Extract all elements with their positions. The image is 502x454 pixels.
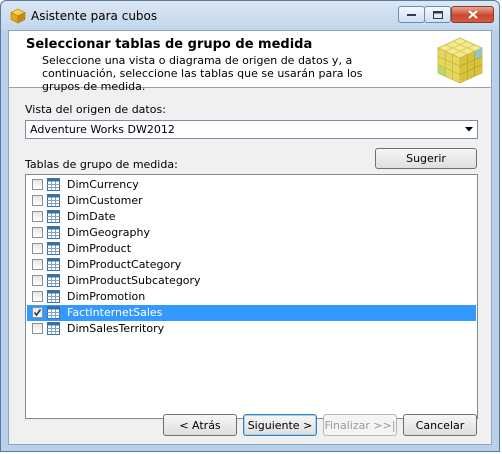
table-name: DimProductSubcategory: [67, 274, 201, 287]
close-icon: [467, 10, 478, 19]
suggest-button[interactable]: Sugerir: [375, 148, 477, 169]
table-icon: [47, 322, 60, 335]
table-icon: [47, 306, 60, 319]
cancel-button[interactable]: Cancelar: [403, 414, 477, 436]
table-icon: [47, 242, 60, 255]
table-checkbox[interactable]: [32, 275, 43, 286]
table-name: DimCurrency: [67, 178, 139, 191]
table-name: DimGeography: [67, 226, 150, 239]
table-icon: [47, 210, 60, 223]
table-checkbox[interactable]: [32, 195, 43, 206]
datasource-select[interactable]: Adventure Works DW2012: [25, 120, 478, 139]
cube-graphic-icon: [437, 37, 483, 84]
datasource-selected-value: Adventure Works DW2012: [30, 123, 175, 136]
title-bar[interactable]: Asistente para cubos: [1, 1, 499, 30]
table-row[interactable]: DimSalesTerritory: [27, 321, 476, 337]
close-button[interactable]: [451, 6, 494, 23]
table-checkbox[interactable]: [32, 179, 43, 190]
table-checkbox[interactable]: [32, 211, 43, 222]
table-row[interactable]: DimProductCategory: [27, 257, 476, 273]
table-icon: [47, 290, 60, 303]
table-row[interactable]: DimCurrency: [27, 177, 476, 193]
table-row[interactable]: DimCustomer: [27, 193, 476, 209]
minimize-icon: [407, 13, 416, 16]
next-button[interactable]: Siguiente >: [243, 414, 317, 436]
table-name: FactInternetSales: [67, 306, 163, 319]
page-description: Seleccione una vista o diagrama de orige…: [42, 54, 363, 93]
chevron-down-icon: [465, 127, 473, 132]
table-name: DimPromotion: [67, 290, 146, 303]
table-name: DimSalesTerritory: [67, 322, 165, 335]
table-name: DimProduct: [67, 242, 132, 255]
table-checkbox[interactable]: [32, 307, 43, 318]
table-checkbox[interactable]: [32, 259, 43, 270]
maximize-icon: [432, 10, 443, 19]
cube-app-icon: [10, 8, 26, 24]
table-icon: [47, 226, 60, 239]
minimize-button[interactable]: [398, 6, 425, 23]
wizard-header: Seleccionar tablas de grupo de medida Se…: [9, 31, 491, 93]
table-icon: [47, 274, 60, 287]
wizard-window: Asistente para cubos Seleccionar tablas …: [0, 0, 500, 452]
table-row[interactable]: DimPromotion: [27, 289, 476, 305]
table-icon: [47, 194, 60, 207]
measure-tables-list[interactable]: DimCurrency DimCustomer DimDate DimGeograph…: [25, 174, 478, 419]
table-name: DimProductCategory: [67, 258, 182, 271]
table-name: DimCustomer: [67, 194, 143, 207]
window-title: Asistente para cubos: [31, 9, 158, 23]
table-row[interactable]: DimGeography: [27, 225, 476, 241]
table-row[interactable]: DimProduct: [27, 241, 476, 257]
wizard-content: Seleccionar tablas de grupo de medida Se…: [8, 30, 492, 445]
page-title: Seleccionar tablas de grupo de medida: [26, 37, 313, 52]
table-checkbox[interactable]: [32, 243, 43, 254]
table-name: DimDate: [67, 210, 116, 223]
table-row[interactable]: DimProductSubcategory: [27, 273, 476, 289]
dropdown-button[interactable]: [461, 121, 477, 138]
datasource-label: Vista del origen de datos:: [25, 103, 166, 116]
table-icon: [47, 178, 60, 191]
measure-tables-label: Tablas de grupo de medida:: [25, 158, 178, 171]
finish-button[interactable]: Finalizar >>|: [323, 414, 397, 436]
table-row[interactable]: FactInternetSales: [27, 305, 476, 321]
back-button[interactable]: < Atrás: [163, 414, 237, 436]
table-checkbox[interactable]: [32, 291, 43, 302]
table-checkbox[interactable]: [32, 227, 43, 238]
table-icon: [47, 258, 60, 271]
table-row[interactable]: DimDate: [27, 209, 476, 225]
table-checkbox[interactable]: [32, 323, 43, 334]
maximize-button[interactable]: [424, 6, 451, 23]
